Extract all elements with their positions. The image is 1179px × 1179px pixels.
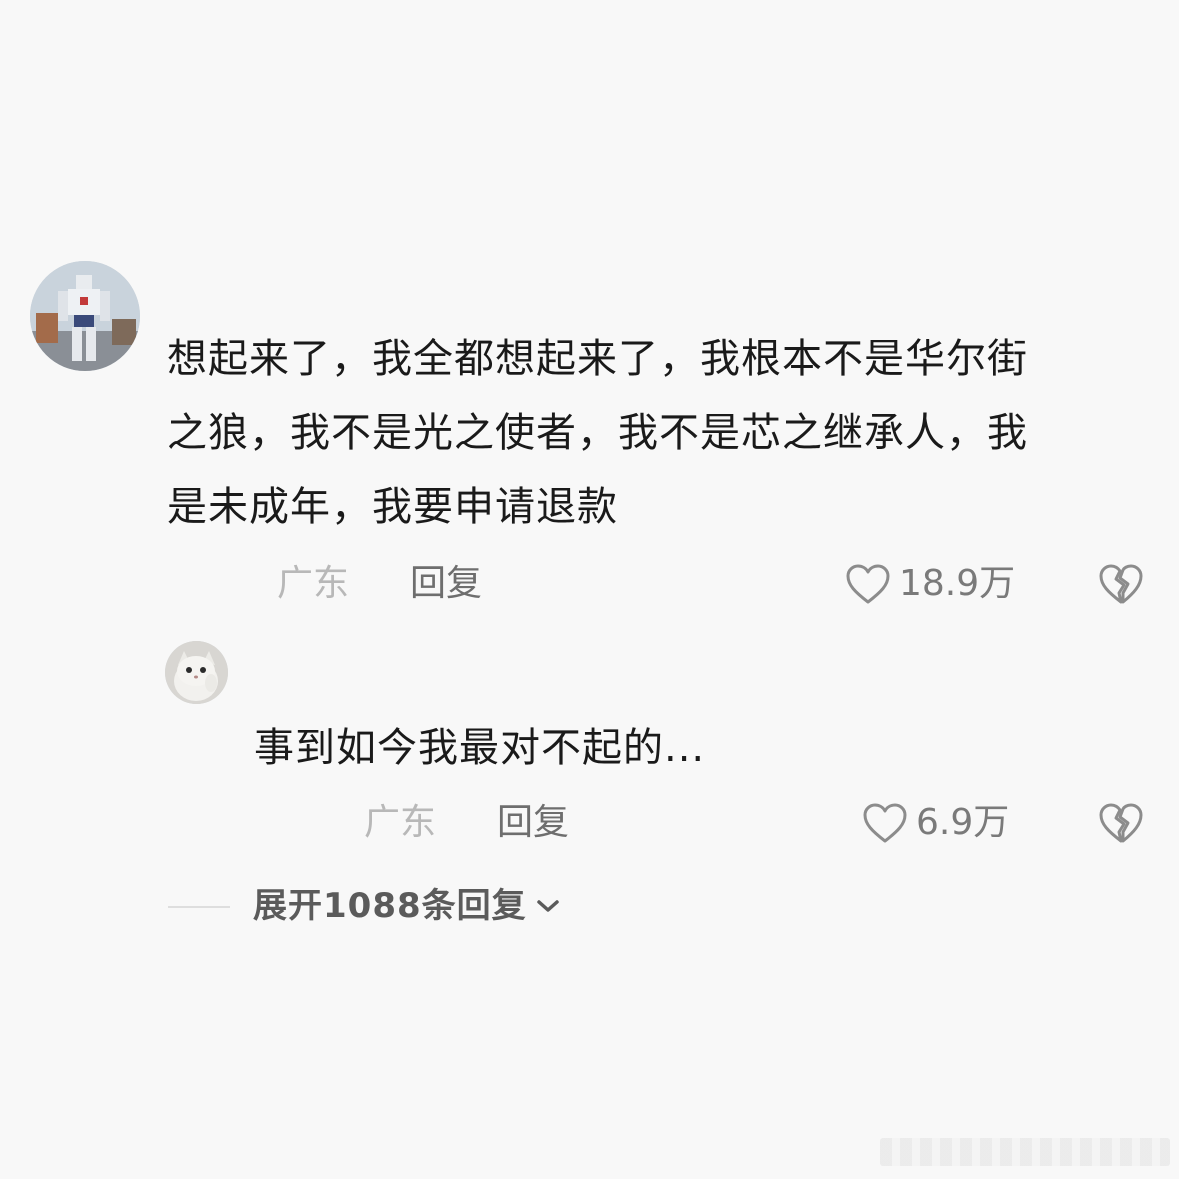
like-count: 18.9万 — [899, 563, 1016, 604]
like-button[interactable]: 18.9万 — [845, 562, 1015, 606]
reply-button[interactable]: 回复 — [410, 562, 482, 606]
expand-divider — [168, 906, 230, 908]
reply-text: 事到如今我最对不起的... — [254, 725, 706, 771]
replier-avatar[interactable] — [165, 641, 228, 704]
reply-like-button[interactable]: 6.9万 — [862, 801, 1009, 845]
reply-to-reply-button[interactable]: 回复 — [497, 801, 569, 845]
chevron-down-icon — [536, 900, 559, 912]
comment-text-line: 之狼，我不是光之使者，我不是芯之继承人，我 — [167, 410, 1028, 456]
cat-avatar-image — [165, 641, 228, 704]
expand-replies-button[interactable]: 展开1088条回复 — [253, 884, 561, 928]
heart-outline-icon — [863, 803, 907, 843]
comment-text-line: 想起来了，我全都想起来了，我根本不是华尔街 — [167, 336, 1028, 382]
broken-heart-icon — [1099, 803, 1143, 843]
comment-text: 想起来了，我全都想起来了，我根本不是华尔街 之狼，我不是光之使者，我不是芯之继承… — [167, 322, 1028, 544]
dislike-button[interactable] — [1098, 563, 1144, 605]
comment-text-line: 是未成年，我要申请退款 — [167, 484, 618, 530]
reply-like-count: 6.9万 — [916, 802, 1010, 843]
expand-replies-label: 展开1088条回复 — [253, 886, 527, 926]
gundam-avatar-image — [30, 261, 140, 371]
watermark — [880, 1138, 1170, 1166]
heart-outline-icon — [846, 564, 890, 604]
commenter-avatar[interactable] — [30, 261, 140, 371]
reply-location: 广东 — [364, 802, 437, 843]
broken-heart-icon — [1099, 564, 1143, 604]
reply-dislike-button[interactable] — [1098, 802, 1144, 844]
comment-location: 广东 — [277, 563, 350, 604]
